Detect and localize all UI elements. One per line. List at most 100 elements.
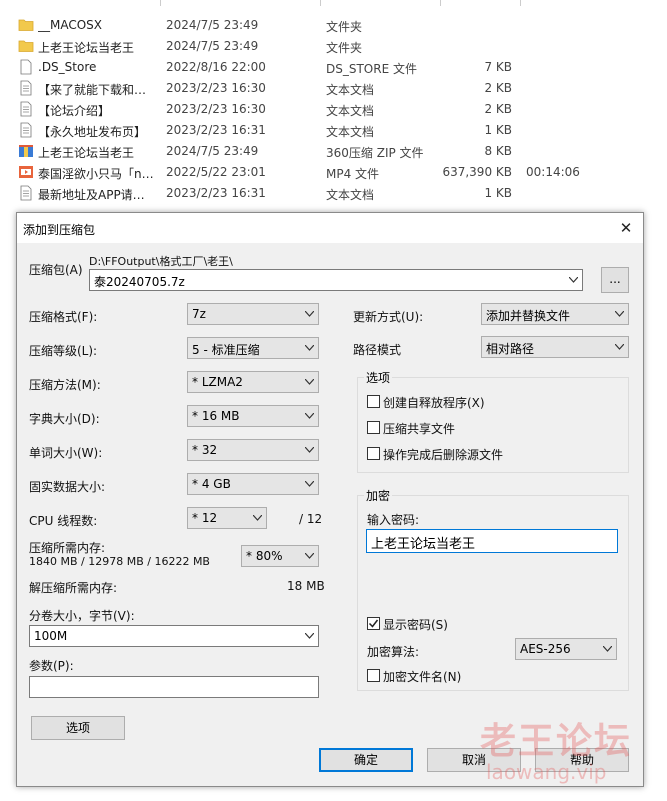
- ok-button[interactable]: 确定: [319, 748, 413, 772]
- decomp-value: 18 MB: [287, 579, 325, 593]
- file-date: 2024/7/5 23:49: [166, 144, 259, 158]
- format-select[interactable]: 7z: [187, 303, 319, 325]
- close-icon[interactable]: ✕: [617, 219, 635, 237]
- word-value: * 32: [192, 443, 218, 457]
- file-date: 2023/2/23 16:30: [166, 102, 266, 116]
- file-row[interactable]: 最新地址及APP请… 2023/2/23 16:31 文本文档 1 KB: [0, 183, 560, 204]
- file-row[interactable]: 【永久地址发布页】 2023/2/23 16:31 文本文档 1 KB: [0, 120, 560, 141]
- cpu-max: / 12: [299, 512, 323, 526]
- file-date: 2022/8/16 22:00: [166, 60, 266, 74]
- method-label: 压缩方法(M):: [29, 378, 101, 392]
- file-name: 上老王论坛当老王: [38, 41, 135, 55]
- file-icon: [18, 59, 34, 75]
- file-date: 2023/2/23 16:31: [166, 123, 266, 137]
- text-file-icon: [18, 101, 34, 117]
- file-size: 2 KB: [484, 81, 512, 95]
- file-name: 泰国淫欲小只马「n…: [38, 167, 154, 181]
- checkmark-icon: [368, 619, 379, 628]
- mem-detail: 1840 MB / 12978 MB / 16222 MB: [29, 555, 210, 568]
- chevron-down-icon: [569, 277, 578, 283]
- encryption-group-title: 加密: [364, 487, 393, 504]
- zip-file-icon: [18, 143, 34, 159]
- pathmode-select[interactable]: 相对路径: [481, 336, 629, 358]
- chevron-down-icon: [615, 344, 624, 350]
- file-row[interactable]: 【来了就能下载和… 2023/2/23 16:30 文本文档 2 KB: [0, 78, 560, 99]
- shared-label: 压缩共享文件: [383, 422, 456, 436]
- file-name: 上老王论坛当老王: [38, 146, 135, 160]
- column-separator[interactable]: [520, 0, 521, 6]
- column-separator[interactable]: [320, 0, 321, 6]
- update-label: 更新方式(U):: [353, 310, 424, 324]
- chevron-down-icon: [305, 413, 314, 419]
- file-explorer-list: __MACOSX 2024/7/5 23:49 文件夹 上老王论坛当老王 2024/7/…: [0, 0, 667, 210]
- add-to-archive-dialog: 添加到压缩包 ✕ 压缩包(A) D:\FFOutput\格式工厂\老王\ 泰20…: [16, 212, 644, 787]
- word-label: 单词大小(W):: [29, 446, 103, 460]
- file-duration: 00:14:06: [526, 165, 580, 179]
- params-input[interactable]: [29, 676, 319, 698]
- params-label: 参数(P):: [29, 659, 74, 673]
- chevron-down-icon: [615, 311, 624, 317]
- cpu-select[interactable]: * 12: [187, 507, 267, 529]
- file-row[interactable]: 【论坛介绍】 2023/2/23 16:30 文本文档 2 KB: [0, 99, 560, 120]
- encrypt-names-checkbox[interactable]: [367, 669, 380, 682]
- file-date: 2023/2/23 16:31: [166, 186, 266, 200]
- mem-select[interactable]: * 80%: [241, 545, 319, 567]
- file-size: 1 KB: [484, 123, 512, 137]
- delete-source-checkbox[interactable]: [367, 447, 380, 460]
- text-file-icon: [18, 122, 34, 138]
- file-size: 7 KB: [484, 60, 512, 74]
- enc-method-select[interactable]: AES-256: [515, 638, 617, 660]
- file-name: 最新地址及APP请…: [38, 188, 145, 202]
- word-select[interactable]: * 32: [187, 439, 319, 461]
- text-file-icon: [18, 80, 34, 96]
- file-name: 【论坛介绍】: [38, 104, 111, 118]
- watermark-url: laowang.vip: [486, 760, 607, 784]
- password-value: 上老王论坛当老王: [371, 537, 476, 552]
- text-file-icon: [18, 185, 34, 201]
- file-row[interactable]: 上老王论坛当老王 2024/7/5 23:49 360压缩 ZIP 文件 8 KB: [0, 141, 560, 162]
- chevron-down-icon: [305, 633, 314, 639]
- file-row[interactable]: 上老王论坛当老王 2024/7/5 23:49 文件夹: [0, 36, 560, 57]
- update-select[interactable]: 添加并替换文件: [481, 303, 629, 325]
- file-size: 2 KB: [484, 102, 512, 116]
- file-date: 2022/5/22 23:01: [166, 165, 266, 179]
- dict-select[interactable]: * 16 MB: [187, 405, 319, 427]
- decomp-label: 解压缩所需内存:: [29, 581, 118, 595]
- file-row[interactable]: .DS_Store 2022/8/16 22:00 DS_STORE 文件 7 KB: [0, 57, 560, 78]
- solid-select[interactable]: * 4 GB: [187, 473, 319, 495]
- file-size: 1 KB: [484, 186, 512, 200]
- dict-value: * 16 MB: [192, 409, 240, 423]
- folder-icon: [18, 38, 34, 54]
- password-input[interactable]: 上老王论坛当老王: [366, 529, 618, 553]
- browse-button[interactable]: ...: [601, 267, 629, 293]
- dialog-title: 添加到压缩包: [23, 223, 96, 237]
- show-password-label: 显示密码(S): [383, 618, 448, 632]
- folder-icon: [18, 17, 34, 33]
- dialog-titlebar[interactable]: 添加到压缩包 ✕: [17, 213, 643, 243]
- options-button[interactable]: 选项: [31, 716, 125, 740]
- method-select[interactable]: * LZMA2: [187, 371, 319, 393]
- file-name: __MACOSX: [38, 18, 103, 32]
- file-row[interactable]: __MACOSX 2024/7/5 23:49 文件夹: [0, 15, 560, 36]
- mp4-file-icon: [18, 164, 34, 180]
- file-size: 8 KB: [484, 144, 512, 158]
- mem-value: * 80%: [246, 549, 283, 563]
- chevron-down-icon: [305, 311, 314, 317]
- file-row[interactable]: 泰国淫欲小只马「n… 2022/5/22 23:01 MP4 文件 637,390 K…: [0, 162, 580, 183]
- archive-name-combo[interactable]: 泰20240705.7z: [89, 269, 583, 291]
- file-name: .DS_Store: [38, 60, 97, 74]
- archive-name-value: 泰20240705.7z: [94, 275, 185, 289]
- column-separator[interactable]: [160, 0, 161, 6]
- file-name: 【永久地址发布页】: [38, 125, 147, 139]
- chevron-down-icon: [305, 481, 314, 487]
- show-password-checkbox[interactable]: [367, 617, 380, 630]
- sfx-label: 创建自释放程序(X): [383, 396, 485, 410]
- level-select[interactable]: 5 - 标准压缩: [187, 337, 319, 359]
- file-date: 2023/2/23 16:30: [166, 81, 266, 95]
- column-separator[interactable]: [440, 0, 441, 6]
- solid-label: 固实数据大小:: [29, 480, 106, 494]
- sfx-checkbox[interactable]: [367, 395, 380, 408]
- shared-checkbox[interactable]: [367, 421, 380, 434]
- encrypt-names-label: 加密文件名(N): [383, 670, 462, 684]
- split-combo[interactable]: 100M: [29, 625, 319, 647]
